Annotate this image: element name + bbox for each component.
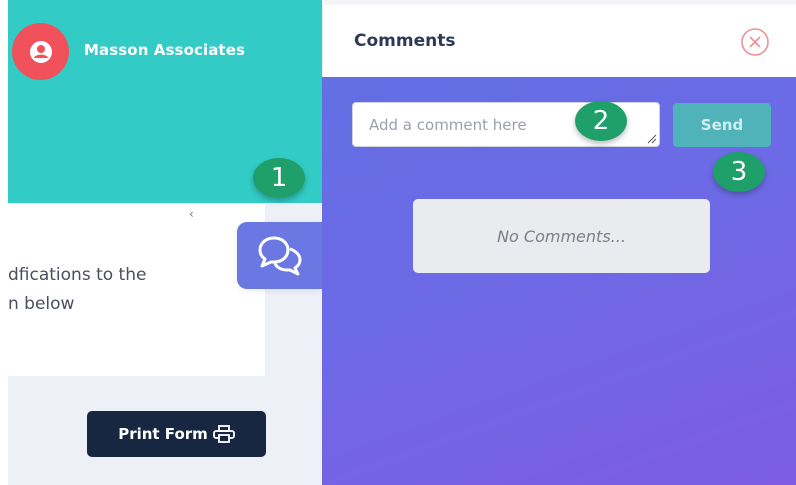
- print-form-label: Print Form: [118, 425, 208, 443]
- comments-title: Comments: [354, 31, 456, 51]
- card-text-line-2: n below: [8, 294, 75, 314]
- printer-icon: [212, 425, 235, 443]
- comments-toggle-button[interactable]: [237, 222, 322, 289]
- card-text-line-1: dfications to the: [8, 265, 147, 285]
- annotation-badge-3: 3: [713, 152, 765, 192]
- company-name: Masson Associates: [84, 41, 246, 59]
- company-avatar[interactable]: [12, 23, 69, 80]
- panel-left-border: [322, 5, 323, 77]
- close-panel-button[interactable]: [740, 27, 770, 57]
- annotation-badge-2: 2: [575, 101, 627, 141]
- send-button[interactable]: Send: [673, 103, 771, 147]
- user-icon: [29, 40, 52, 63]
- empty-comments-message: No Comments...: [413, 199, 710, 273]
- close-icon: [741, 28, 769, 56]
- print-form-button[interactable]: Print Form: [87, 411, 266, 457]
- annotation-badge-1: 1: [253, 158, 305, 198]
- resize-handle-icon[interactable]: [647, 134, 657, 144]
- content-card: [8, 204, 265, 376]
- chat-bubbles-icon: [258, 236, 301, 275]
- panel-top-divider: [322, 0, 796, 5]
- card-collapse-glyph[interactable]: ‹: [189, 207, 194, 221]
